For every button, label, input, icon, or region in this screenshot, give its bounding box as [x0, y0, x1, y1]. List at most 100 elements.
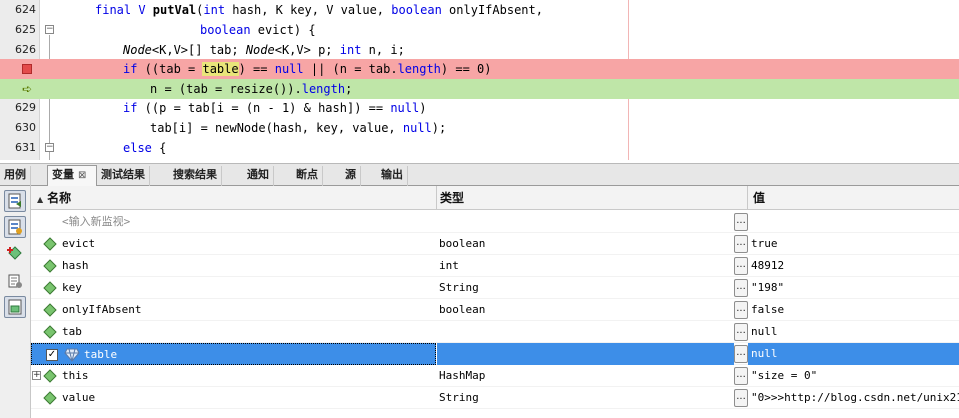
- code-token: if: [123, 101, 138, 115]
- expand-icon[interactable]: +: [32, 371, 41, 380]
- edit-value-button[interactable]: ...: [734, 389, 748, 407]
- tab-sources[interactable]: 源: [341, 166, 361, 186]
- tab-close-icon[interactable]: ⊠: [78, 170, 86, 181]
- code-editor[interactable]: 624 final V putVal(int hash, K key, V va…: [0, 0, 959, 160]
- code-line-630[interactable]: 630 tab[i] = newNode(hash, key, value, n…: [0, 118, 959, 138]
- tab-search-results[interactable]: 搜索结果: [169, 166, 222, 186]
- code-token: n, i;: [361, 43, 405, 57]
- code-token: length: [301, 82, 346, 96]
- column-resize-handle[interactable]: [747, 186, 748, 210]
- column-header-type[interactable]: 类型: [440, 186, 464, 210]
- edit-value-button[interactable]: ...: [734, 257, 748, 275]
- line-number: 629: [15, 101, 36, 114]
- code-line-625[interactable]: 625 boolean evict) {: [0, 20, 959, 40]
- code-token: int: [203, 3, 226, 17]
- edit-value-button[interactable]: ...: [734, 213, 748, 231]
- table-row[interactable]: value String ... "0>>>http://blog.csdn.n…: [31, 387, 959, 409]
- edit-value-button[interactable]: ...: [734, 345, 748, 363]
- variable-name: hash: [62, 259, 89, 272]
- tab-test-results[interactable]: 测试结果: [97, 166, 150, 186]
- code-line-624[interactable]: 624 final V putVal(int hash, K key, V va…: [0, 0, 959, 20]
- table-row[interactable]: + this HashMap ... "size = 0": [31, 365, 959, 387]
- tab-label: 变量: [52, 168, 74, 181]
- variables-settings-icon: [8, 274, 22, 288]
- tab-variables[interactable]: 变量 ⊠: [47, 165, 97, 187]
- local-variable-icon: [43, 325, 57, 339]
- edit-value-button[interactable]: ...: [734, 367, 748, 385]
- tab-breakpoints[interactable]: 断点: [292, 166, 323, 186]
- column-header-name[interactable]: ▲ 名称: [37, 186, 71, 210]
- new-watch-placeholder[interactable]: <输入新监视>: [62, 211, 130, 233]
- new-watch-row[interactable]: <输入新监视> ...: [31, 211, 959, 233]
- value-cell[interactable]: false: [748, 299, 959, 321]
- code-token: <K,V> p;: [274, 43, 340, 57]
- code-token: ;: [345, 82, 353, 96]
- name-cell[interactable]: tab: [31, 321, 436, 343]
- value-cell[interactable]: "size = 0": [748, 365, 959, 387]
- type-cell: HashMap: [439, 369, 486, 382]
- line-number: 626: [15, 43, 36, 56]
- name-cell[interactable]: hash: [31, 255, 436, 277]
- name-cell[interactable]: key: [31, 277, 436, 299]
- watch-toggle-button[interactable]: [4, 190, 26, 212]
- tab-usages[interactable]: 用例: [0, 166, 31, 186]
- fold-collapse-icon[interactable]: −: [45, 25, 54, 34]
- code-token: hash, K key, V value,: [225, 3, 392, 17]
- code-token: final V: [95, 3, 153, 17]
- table-row[interactable]: hash int ... 48912: [31, 255, 959, 277]
- value-cell[interactable]: [748, 211, 959, 233]
- code-token: putVal: [152, 3, 197, 17]
- show-static-button[interactable]: [4, 296, 26, 318]
- edit-value-button[interactable]: ...: [734, 235, 748, 253]
- column-resize-handle[interactable]: [436, 186, 437, 210]
- watch-checkbox[interactable]: ✓: [46, 349, 58, 361]
- add-watch-button[interactable]: [4, 242, 26, 264]
- table-row-selected[interactable]: ✓ table ... null: [31, 343, 959, 365]
- name-cell[interactable]: + this: [31, 365, 436, 387]
- code-line-631[interactable]: 631 else {: [0, 138, 959, 158]
- table-row[interactable]: onlyIfAbsent boolean ... false: [31, 299, 959, 321]
- tab-output[interactable]: 输出: [377, 166, 408, 186]
- code-token: ) == 0): [440, 62, 492, 76]
- watch-list-button[interactable]: [4, 216, 26, 238]
- name-cell[interactable]: evict: [31, 233, 436, 255]
- name-cell[interactable]: value: [31, 387, 436, 409]
- name-cell[interactable]: <输入新监视>: [31, 211, 436, 233]
- table-row[interactable]: evict boolean ... true: [31, 233, 959, 255]
- line-number: 631: [15, 141, 36, 154]
- code-line-629[interactable]: 629 if ((p = tab[i = (n - 1) & hash]) ==…: [0, 98, 959, 118]
- code-token: ): [419, 101, 427, 115]
- show-static-icon: [8, 299, 22, 315]
- code-line-626[interactable]: 626 Node<K,V>[] tab; Node<K,V> p; int n,…: [0, 40, 959, 60]
- code-line-breakpoint[interactable]: if ((tab = table) == null || (n = tab.le…: [0, 59, 959, 79]
- local-variable-icon: [43, 391, 57, 405]
- tab-label: 通知: [247, 168, 269, 181]
- value-cell[interactable]: 48912: [748, 255, 959, 277]
- code-text: else {: [123, 138, 166, 158]
- table-row[interactable]: tab ... null: [31, 321, 959, 343]
- name-cell[interactable]: ✓ table: [31, 343, 436, 365]
- edit-value-button[interactable]: ...: [734, 301, 748, 319]
- program-counter-icon: ➪: [22, 82, 33, 96]
- code-token: int: [339, 43, 362, 57]
- name-cell[interactable]: onlyIfAbsent: [31, 299, 436, 321]
- type-cell: int: [439, 259, 459, 272]
- tab-notifications[interactable]: 通知: [243, 166, 274, 186]
- code-token: <K,V>[] tab;: [151, 43, 246, 57]
- code-line-current[interactable]: ➪ n = (tab = resize()).length;: [0, 79, 959, 99]
- value-cell[interactable]: "0>>>http://blog.csdn.net/unix21/": [748, 387, 959, 409]
- variable-name: key: [62, 281, 82, 294]
- value-cell[interactable]: true: [748, 233, 959, 255]
- value-cell[interactable]: "198": [748, 277, 959, 299]
- edit-value-button[interactable]: ...: [734, 323, 748, 341]
- variables-table-header: ▲ 名称 类型 值: [31, 186, 959, 210]
- breakpoint-icon[interactable]: [22, 64, 32, 74]
- code-token: );: [431, 121, 447, 135]
- table-row[interactable]: key String ... "198": [31, 277, 959, 299]
- value-cell[interactable]: null: [748, 321, 959, 343]
- variables-settings-button[interactable]: [4, 270, 26, 292]
- column-header-value[interactable]: 值: [753, 186, 765, 210]
- value-cell[interactable]: null: [748, 343, 959, 365]
- fold-collapse-icon[interactable]: −: [45, 143, 54, 152]
- edit-value-button[interactable]: ...: [734, 279, 748, 297]
